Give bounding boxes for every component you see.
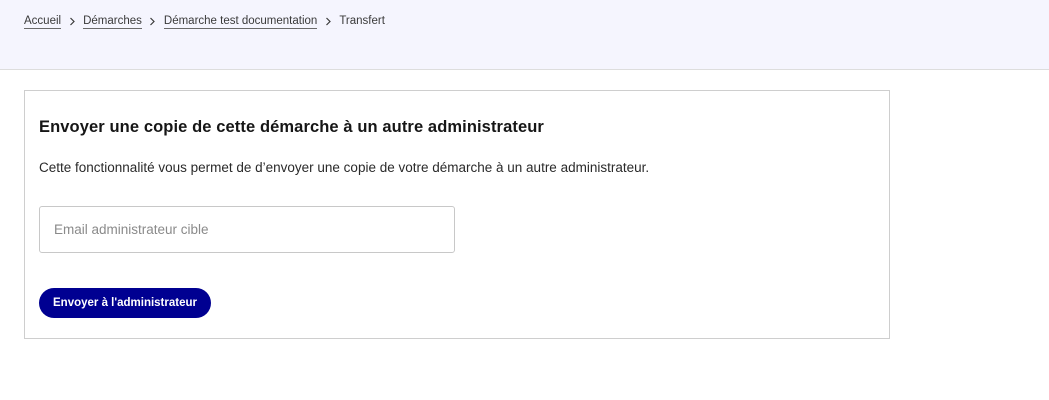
breadcrumb: Accueil Démarches Démarche test document… [24, 13, 385, 29]
header-band: Accueil Démarches Démarche test document… [0, 0, 1049, 70]
chevron-right-icon [61, 13, 83, 29]
breadcrumb-link-accueil[interactable]: Accueil [24, 14, 62, 29]
chevron-right-icon [317, 13, 339, 29]
chevron-right-icon [142, 13, 164, 29]
card-title: Envoyer une copie de cette démarche à un… [39, 118, 544, 136]
send-to-admin-button[interactable]: Envoyer à l'administrateur [39, 288, 211, 318]
target-admin-email-input[interactable] [39, 206, 455, 253]
transfer-card: Envoyer une copie de cette démarche à un… [24, 90, 890, 339]
breadcrumb-current: Transfert [339, 15, 385, 27]
card-description: Cette fonctionnalité vous permet de d’en… [39, 160, 650, 175]
breadcrumb-link-demarches[interactable]: Démarches [83, 14, 142, 29]
breadcrumb-link-demarche-test[interactable]: Démarche test documentation [163, 14, 318, 29]
